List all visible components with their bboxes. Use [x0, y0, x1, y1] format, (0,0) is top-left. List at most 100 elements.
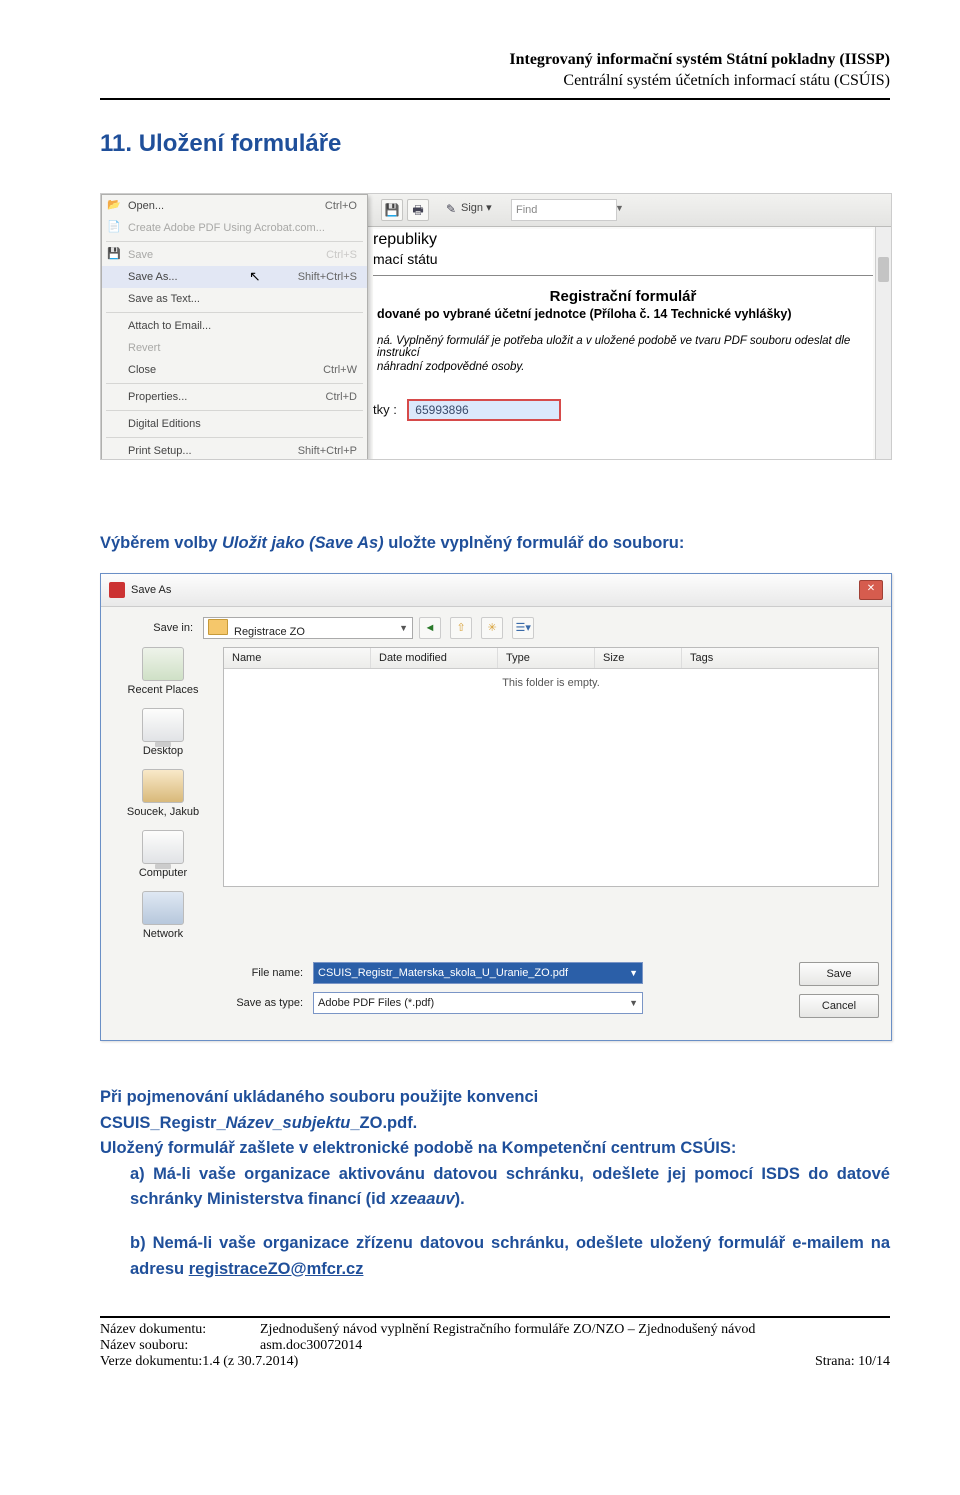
- dialog-titlebar[interactable]: Save As ✕: [101, 574, 891, 607]
- save-in-label: Save in:: [113, 622, 203, 634]
- menu-separator: [106, 437, 363, 438]
- chevron-down-icon: ▼: [629, 968, 638, 978]
- places-bar: Recent Places Desktop Soucek, Jakub Comp…: [113, 647, 213, 952]
- col-type[interactable]: Type: [498, 648, 595, 668]
- menu-separator: [106, 383, 363, 384]
- footer-label: Název souboru:: [100, 1338, 260, 1354]
- computer-icon: [142, 830, 184, 864]
- close-button[interactable]: ✕: [859, 580, 883, 600]
- pdf-icon: 📄: [107, 220, 121, 234]
- menu-digital-editions[interactable]: Digital Editions: [102, 413, 367, 435]
- footer-rule: [100, 1316, 890, 1318]
- file-list[interactable]: Name Date modified Type Size Tags This f…: [223, 647, 879, 887]
- para-save-as-instruction: Výběrem volby Uložit jako (Save As) ulož…: [100, 531, 890, 557]
- menu-attach-email[interactable]: Attach to Email...: [102, 315, 367, 337]
- save-in-combo[interactable]: Registrace ZO ▼: [203, 617, 413, 639]
- footer-label: Verze dokumentu:: [100, 1354, 202, 1370]
- footer-value: asm.doc30072014: [260, 1338, 890, 1354]
- para-naming-convention: Při pojmenování ukládaného souboru použi…: [100, 1085, 890, 1282]
- form-instruction: náhradní zodpovědné osoby.: [373, 361, 873, 373]
- menu-properties[interactable]: Properties...Ctrl+D: [102, 386, 367, 408]
- desktop-icon: [142, 708, 184, 742]
- filename-label: File name:: [213, 967, 313, 979]
- user-folder-icon: [142, 769, 184, 803]
- save-button[interactable]: Save: [799, 962, 879, 986]
- empty-folder-text: This folder is empty.: [224, 669, 878, 697]
- folder-open-icon: 📂: [107, 198, 121, 212]
- ic-field[interactable]: 65993896: [407, 399, 560, 421]
- save-as-dialog: Save As ✕ Save in: Registrace ZO ▼ ◄ ⇧ ✳…: [100, 573, 892, 1041]
- scrollbar-thumb[interactable]: [878, 257, 889, 282]
- footer-value: Zjednodušený návod vyplnění Registračníh…: [260, 1322, 890, 1338]
- form-field-row: tky : 65993896: [373, 399, 873, 421]
- up-icon[interactable]: ⇧: [450, 617, 472, 639]
- filename-field[interactable]: CSUIS_Registr_Materska_skola_U_Uranie_ZO…: [313, 962, 643, 984]
- file-list-header[interactable]: Name Date modified Type Size Tags: [224, 648, 878, 669]
- menu-save-as[interactable]: Save As...Shift+Ctrl+S: [102, 266, 367, 288]
- col-date[interactable]: Date modified: [371, 648, 498, 668]
- menu-separator: [106, 312, 363, 313]
- email-link[interactable]: registraceZO@mfcr.cz: [189, 1260, 364, 1278]
- place-network[interactable]: Network: [113, 891, 213, 940]
- doc-header: Integrovaný informační systém Státní pok…: [100, 50, 890, 92]
- dialog-title: Save As: [109, 582, 171, 598]
- header-line2: Centrální systém účetních informací stát…: [100, 71, 890, 92]
- form-subtitle: dované po vybrané účetní jednotce (Přílo…: [373, 307, 873, 321]
- menu-revert[interactable]: Revert: [102, 337, 367, 359]
- doc-fragment: mací státu: [373, 251, 873, 267]
- footer-value: 1.4 (z 30.7.2014): [202, 1354, 298, 1369]
- menu-save[interactable]: 💾SaveCtrl+S: [102, 244, 367, 266]
- menu-open[interactable]: 📂Open...Ctrl+O: [102, 195, 367, 217]
- place-computer[interactable]: Computer: [113, 830, 213, 879]
- doc-fragment: republiky: [373, 231, 873, 249]
- page-number: Strana: 10/14: [815, 1354, 890, 1370]
- scrollbar[interactable]: [875, 227, 891, 459]
- save-icon[interactable]: 💾: [381, 199, 403, 221]
- place-user[interactable]: Soucek, Jakub: [113, 769, 213, 818]
- sign-dropdown[interactable]: Sign ▾: [461, 201, 492, 214]
- form-instruction: ná. Vyplněný formulář je potřeba uložit …: [373, 335, 873, 359]
- footer-label: Název dokumentu:: [100, 1322, 260, 1338]
- place-recent[interactable]: Recent Places: [113, 647, 213, 696]
- pdf-document-view: republiky mací státu Registrační formulá…: [373, 229, 873, 459]
- filetype-row: Save as type: Adobe PDF Files (*.pdf)▼: [213, 992, 779, 1014]
- new-folder-icon[interactable]: ✳: [481, 617, 503, 639]
- screenshot-menu-over-doc: 💾 🖶 ✎ Sign ▾ Find ▼ 📂Open...Ctrl+O 📄Crea…: [100, 193, 892, 460]
- filename-row: File name: CSUIS_Registr_Materska_skola_…: [213, 962, 779, 984]
- col-tags[interactable]: Tags: [682, 648, 878, 668]
- menu-print-setup[interactable]: Print Setup...Shift+Ctrl+P: [102, 440, 367, 460]
- cursor-icon: ↖: [249, 269, 261, 286]
- filetype-label: Save as type:: [213, 997, 313, 1009]
- menu-separator: [106, 241, 363, 242]
- page-footer: Název dokumentu:Zjednodušený návod vypln…: [100, 1316, 890, 1370]
- find-field[interactable]: Find: [511, 199, 617, 221]
- pdf-icon: [109, 582, 125, 598]
- chevron-down-icon[interactable]: ▼: [615, 203, 624, 213]
- menu-save-as-text[interactable]: Save as Text...: [102, 288, 367, 310]
- place-desktop[interactable]: Desktop: [113, 708, 213, 757]
- form-title: Registrační formulář: [373, 288, 873, 305]
- filetype-field[interactable]: Adobe PDF Files (*.pdf)▼: [313, 992, 643, 1014]
- save-icon: 💾: [107, 247, 121, 261]
- col-name[interactable]: Name: [224, 648, 371, 668]
- list-item-a: a) Má-li vaše organizace aktivovánu dato…: [130, 1162, 890, 1213]
- back-icon[interactable]: ◄: [419, 617, 441, 639]
- folder-icon: [208, 619, 228, 635]
- recent-icon: [142, 647, 184, 681]
- doc-rule: [373, 275, 873, 276]
- menu-separator: [106, 410, 363, 411]
- save-in-row: Save in: Registrace ZO ▼ ◄ ⇧ ✳ ☰▾: [113, 617, 879, 639]
- print-icon[interactable]: 🖶: [407, 199, 429, 221]
- header-rule: [100, 98, 890, 100]
- field-label: tky :: [373, 402, 397, 417]
- chevron-down-icon: ▼: [629, 998, 638, 1008]
- section-title: 11. Uložení formuláře: [100, 130, 890, 158]
- cancel-button[interactable]: Cancel: [799, 994, 879, 1018]
- view-menu-icon[interactable]: ☰▾: [512, 617, 534, 639]
- nav-icons: ◄ ⇧ ✳ ☰▾: [413, 617, 534, 639]
- menu-close[interactable]: CloseCtrl+W: [102, 359, 367, 381]
- col-size[interactable]: Size: [595, 648, 682, 668]
- menu-create-acrobat[interactable]: 📄Create Adobe PDF Using Acrobat.com...: [102, 217, 367, 239]
- pen-icon: ✎: [441, 199, 461, 219]
- header-line1: Integrovaný informační systém Státní pok…: [100, 50, 890, 71]
